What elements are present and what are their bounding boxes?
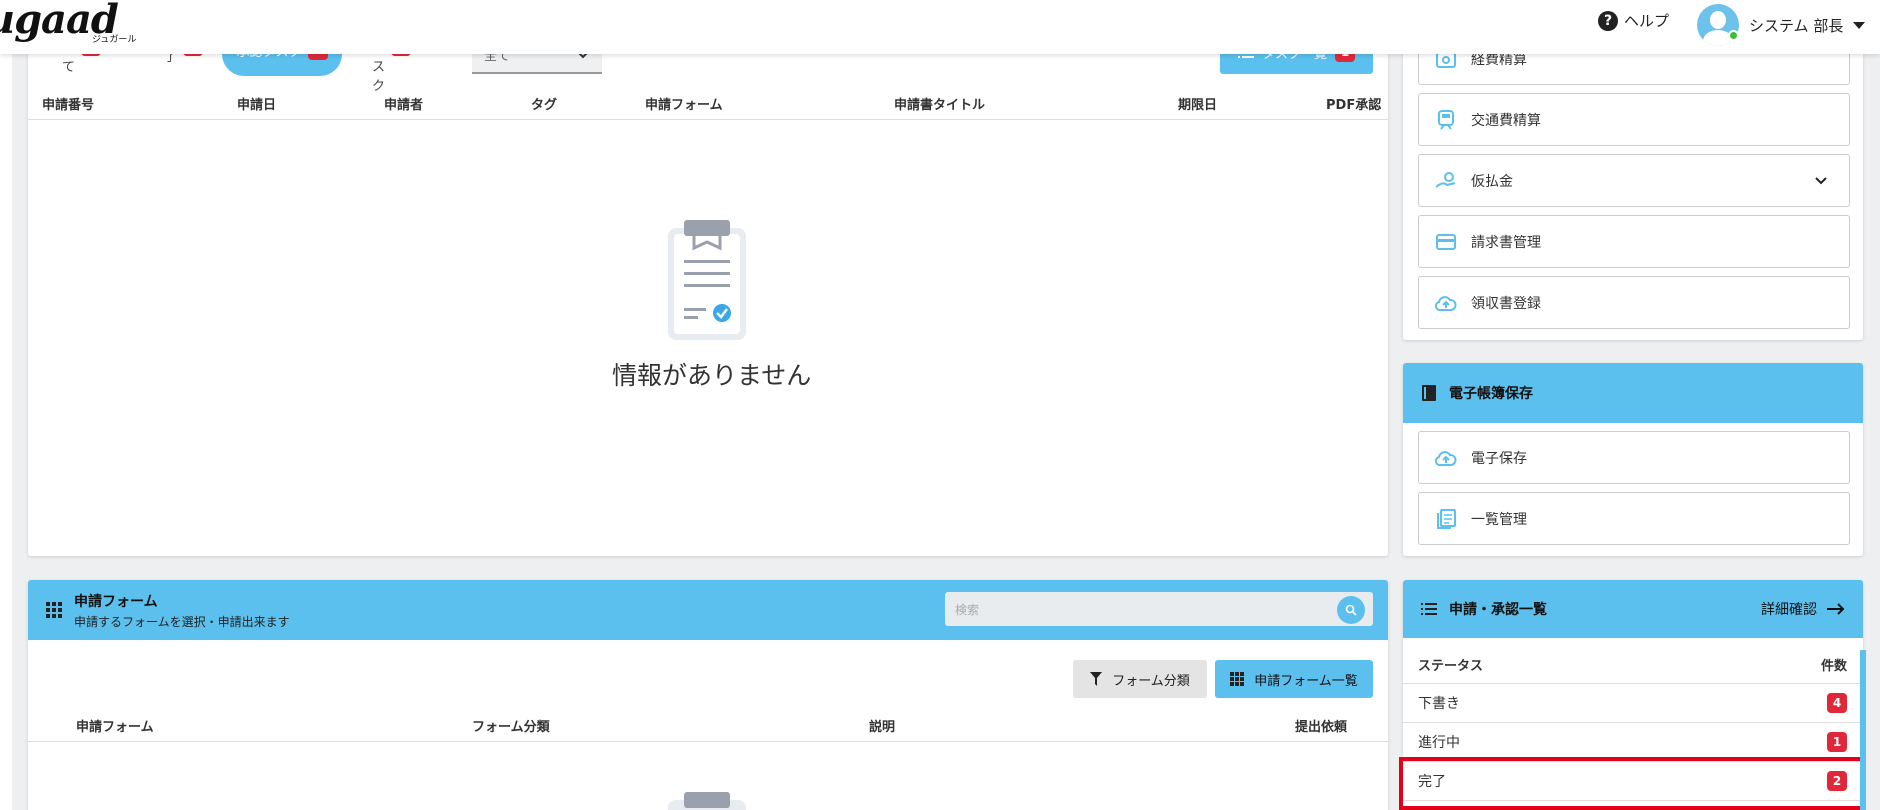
empty-clipboard-icon	[668, 220, 746, 340]
col-header: 申請日	[237, 98, 277, 113]
chevron-down-icon	[1815, 177, 1827, 185]
book-icon	[1422, 385, 1436, 401]
approval-title: 申請・承認一覧	[1449, 602, 1547, 618]
left-rail	[0, 54, 12, 810]
menu-invoice[interactable]: 請求書管理	[1418, 215, 1850, 268]
col-header: 申請書タイトル	[894, 98, 986, 113]
menu-receipt-register[interactable]: 領収書登録	[1418, 276, 1850, 329]
menu-advance-payment[interactable]: 仮払金	[1418, 154, 1850, 207]
header-divider	[28, 119, 1388, 120]
col-header: 申請フォーム	[76, 720, 154, 735]
col-header: タグ	[531, 98, 558, 113]
search-icon	[1345, 604, 1357, 616]
header-divider	[28, 741, 1388, 742]
form-search-input[interactable]: 検索	[945, 592, 1373, 626]
col-header: 説明	[869, 720, 896, 735]
caret-down-icon	[1853, 21, 1866, 29]
form-list-button[interactable]: 申請フォーム一覧	[1215, 660, 1373, 698]
list-doc-icon	[1435, 508, 1457, 530]
ebook-title: 電子帳簿保存	[1449, 386, 1533, 402]
count-badge: 1	[1827, 732, 1847, 752]
question-icon: ?	[1598, 10, 1618, 31]
train-icon	[1435, 109, 1457, 131]
form-panel-title: 申請フォーム	[74, 593, 158, 610]
help-link[interactable]: ? ヘルプ	[1598, 10, 1669, 31]
online-status-icon	[1728, 30, 1739, 41]
card-icon	[1435, 231, 1457, 253]
menu-transport[interactable]: 交通費精算	[1418, 93, 1850, 146]
status-label: 下書き	[1418, 696, 1460, 712]
table-row[interactable]: 下書き 4	[1403, 684, 1863, 723]
menu-label: 一覧管理	[1471, 511, 1527, 528]
form-category-button[interactable]: フォーム分類	[1073, 660, 1207, 698]
grid-icon	[1230, 672, 1245, 686]
empty-clipboard-icon	[668, 792, 746, 810]
menu-label: 交通費精算	[1471, 112, 1541, 129]
ebook-panel-header: 電子帳簿保存	[1403, 363, 1863, 423]
col-header: 申請番号	[42, 98, 95, 113]
status-label: 進行中	[1418, 735, 1460, 751]
scrollbar[interactable]	[1860, 650, 1866, 810]
cloud-upload-icon	[1435, 447, 1457, 469]
detail-label: 詳細確認	[1761, 602, 1817, 618]
top-header: ugaad ジュガール ? ヘルプ システム 部長	[0, 0, 1880, 54]
help-label: ヘルプ	[1624, 12, 1670, 30]
count-badge: 4	[1827, 693, 1847, 713]
menu-label: 請求書管理	[1471, 234, 1541, 251]
menu-label: 電子保存	[1471, 450, 1527, 467]
approval-panel-header: 申請・承認一覧 詳細確認	[1403, 580, 1863, 638]
grid-icon	[46, 602, 62, 618]
menu-label: 仮払金	[1471, 173, 1513, 190]
user-menu[interactable]: システム 部長	[1697, 4, 1866, 46]
arrow-right-icon	[1827, 603, 1845, 615]
highlight-box	[1399, 757, 1865, 810]
menu-label: 領収書登録	[1471, 295, 1541, 312]
form-category-label: フォーム分類	[1112, 673, 1190, 689]
form-list-label: 申請フォーム一覧	[1254, 673, 1358, 689]
search-placeholder: 検索	[955, 602, 980, 617]
col-header: PDF承認	[1326, 98, 1382, 113]
hand-money-icon	[1435, 170, 1457, 192]
approval-table-header: ステータス 件数	[1403, 645, 1863, 684]
col-header: 期限日	[1178, 98, 1218, 113]
col-count: 件数	[1820, 658, 1847, 674]
logo-subtitle: ジュガール	[92, 35, 137, 45]
user-name: システム 部長	[1749, 16, 1844, 35]
filter-icon	[1090, 672, 1103, 686]
col-header: 提出依頼	[1295, 720, 1348, 735]
form-panel-subtitle: 申請するフォームを選択・申請出来ます	[74, 614, 290, 629]
col-status: ステータス	[1418, 658, 1484, 674]
col-header: フォーム分類	[472, 720, 550, 735]
col-header: 申請者	[384, 98, 424, 113]
col-header: 申請フォーム	[645, 98, 723, 113]
empty-message: 情報がありません	[612, 361, 812, 390]
detail-link[interactable]: 詳細確認	[1761, 599, 1845, 619]
menu-list-management[interactable]: 一覧管理	[1418, 492, 1850, 545]
cloud-upload-icon	[1435, 292, 1457, 314]
list-icon	[1421, 603, 1437, 615]
menu-e-save[interactable]: 電子保存	[1418, 431, 1850, 484]
search-button[interactable]	[1337, 596, 1365, 624]
